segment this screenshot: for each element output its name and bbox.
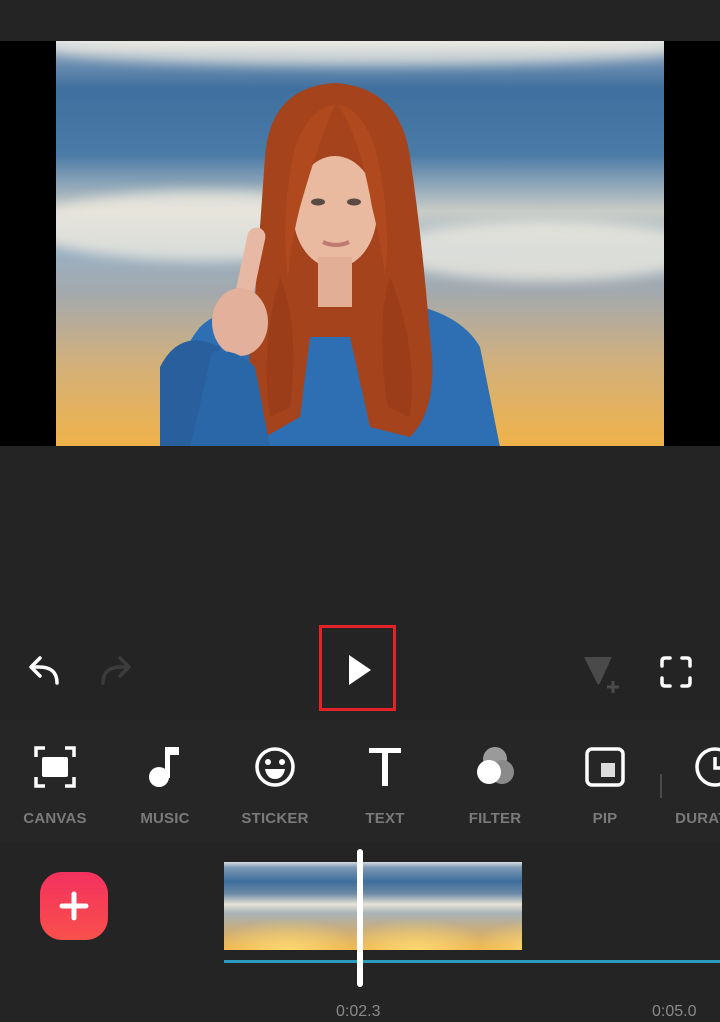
keyframe-add-icon [584, 657, 619, 693]
video-clip[interactable] [224, 862, 522, 950]
fullscreen-icon [660, 656, 692, 688]
tool-pip[interactable]: PIP [550, 742, 660, 827]
redo-button[interactable] [96, 650, 136, 690]
tool-label: TEXT [365, 810, 405, 827]
tool-text[interactable]: TEXT [330, 742, 440, 827]
tool-filter[interactable]: FILTER [440, 742, 550, 827]
tool-canvas[interactable]: CANVAS [0, 742, 110, 827]
canvas-icon [34, 746, 76, 788]
clip-thumbnail [224, 862, 352, 950]
subject-figure [160, 83, 500, 446]
video-preview[interactable] [56, 41, 664, 446]
redo-icon [101, 656, 131, 685]
add-keyframe-button[interactable] [578, 650, 624, 696]
fullscreen-button[interactable] [656, 652, 696, 692]
clip-thumbnail [480, 862, 522, 950]
tool-label: DURATION [675, 810, 720, 827]
clip-thumbnail [352, 862, 480, 950]
tool-toolbar: CANVAS MUSIC STICKER TEXT FILTER PIP DUR… [0, 720, 720, 842]
text-icon [369, 748, 401, 786]
music-note-icon [149, 747, 179, 787]
undo-button[interactable] [24, 650, 64, 690]
plus-icon [59, 891, 89, 921]
tool-sticker[interactable]: STICKER [220, 742, 330, 827]
tool-label: PIP [592, 810, 618, 827]
smiley-icon [255, 747, 295, 787]
cloud [56, 41, 664, 65]
add-clip-button[interactable] [40, 872, 108, 940]
play-icon [349, 655, 371, 685]
tool-duration[interactable]: DURATION [660, 742, 720, 827]
pip-icon [585, 747, 625, 787]
audio-track-line [224, 960, 720, 963]
tool-label: CANVAS [23, 810, 87, 827]
current-time-label: 0:02.3 [336, 1003, 381, 1020]
end-time-label: 0:05.0 [652, 1003, 697, 1020]
tool-label: FILTER [468, 810, 522, 827]
tool-label: MUSIC [140, 810, 190, 827]
tool-label: STICKER [241, 810, 309, 827]
filter-circles-icon [477, 747, 514, 784]
undo-icon [29, 656, 59, 685]
clock-icon [695, 747, 720, 787]
play-button[interactable] [335, 645, 385, 695]
playhead[interactable] [357, 849, 363, 987]
tool-music[interactable]: MUSIC [110, 742, 220, 827]
